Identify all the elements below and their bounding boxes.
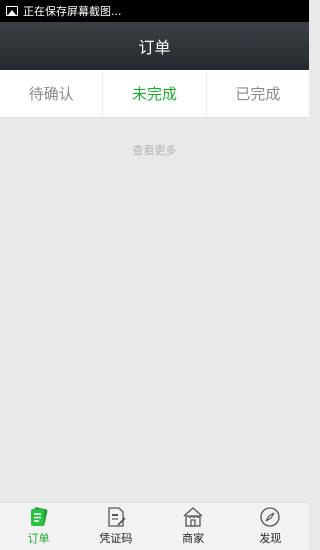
order-list-area: 查看更多 [0, 118, 309, 502]
nav-label: 商家 [182, 532, 205, 545]
nav-item-discover[interactable]: 发现 [232, 503, 309, 550]
status-text: 正在保存屏幕截图... [23, 5, 122, 18]
compass-icon [260, 507, 281, 527]
nav-label: 订单 [27, 532, 50, 545]
tab-pending-confirm[interactable]: 待确认 [0, 70, 104, 117]
order-tabs: 待确认 未完成 已完成 [0, 70, 309, 118]
orders-icon [30, 507, 47, 526]
page-title: 订单 [138, 38, 171, 57]
nav-item-voucher[interactable]: 凭证码 [77, 503, 154, 550]
tab-label: 待确认 [28, 85, 74, 103]
store-icon [183, 507, 203, 527]
nav-label: 发现 [259, 532, 282, 545]
image-icon [6, 6, 18, 16]
title-bar: 订单 [0, 22, 309, 70]
nav-item-merchants[interactable]: 商家 [155, 503, 232, 550]
nav-item-orders[interactable]: 订单 [0, 503, 77, 550]
load-more-link[interactable]: 查看更多 [0, 142, 309, 158]
status-bar: 正在保存屏幕截图... [0, 0, 309, 22]
tab-completed[interactable]: 已完成 [207, 70, 309, 117]
tab-label: 已完成 [235, 85, 281, 103]
voucher-icon [108, 507, 126, 527]
bottom-nav: 订单 凭证码 商家 发现 [0, 502, 309, 550]
tab-label: 未完成 [131, 85, 177, 103]
nav-label: 凭证码 [99, 532, 133, 545]
tab-incomplete[interactable]: 未完成 [103, 70, 207, 117]
